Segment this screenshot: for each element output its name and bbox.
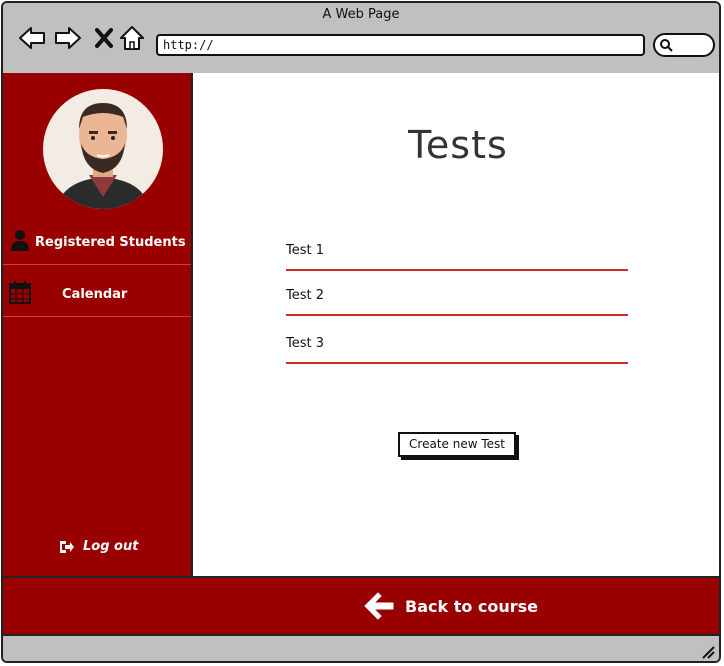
search-button[interactable] — [653, 33, 715, 57]
test-item[interactable]: Test 1 — [286, 239, 628, 271]
sidebar: Registered Students Calendar Log out — [3, 73, 193, 576]
arrow-right-icon — [55, 27, 81, 49]
arrow-left-icon — [364, 592, 394, 620]
browser-window: A Web Page http:// Registered Students C… — [1, 1, 721, 663]
resize-grip-icon[interactable] — [699, 643, 715, 659]
status-bar — [3, 636, 719, 661]
sidebar-item-label: Registered Students — [35, 234, 186, 250]
test-item[interactable]: Test 3 — [286, 332, 628, 364]
main-content: Tests Test 1 Test 2 Test 3 Create new Te… — [193, 73, 719, 576]
url-input[interactable]: http:// — [156, 34, 645, 56]
logout-icon — [60, 540, 74, 553]
page-title: Tests — [408, 123, 508, 167]
sidebar-item-calendar[interactable]: Calendar — [3, 272, 191, 317]
test-item[interactable]: Test 2 — [286, 284, 628, 316]
logout-link[interactable]: Log out — [59, 539, 138, 554]
stop-button[interactable] — [89, 23, 119, 53]
footer-bar: Back to course — [3, 576, 719, 636]
sidebar-item-registered-students[interactable]: Registered Students — [3, 220, 191, 265]
avatar — [43, 89, 163, 209]
home-icon — [120, 26, 144, 50]
back-to-course-button[interactable]: Back to course — [363, 590, 538, 622]
forward-nav-button[interactable] — [53, 23, 83, 53]
back-to-course-label: Back to course — [405, 596, 539, 616]
logout-label: Log out — [83, 539, 139, 554]
create-test-button[interactable]: Create new Test — [398, 432, 516, 457]
sidebar-item-label: Calendar — [62, 286, 128, 302]
browser-toolbar: A Web Page http:// — [3, 3, 719, 75]
calendar-icon — [9, 281, 31, 304]
profile-picture — [57, 103, 149, 209]
arrow-left-icon — [19, 27, 45, 49]
search-icon — [660, 39, 673, 52]
home-button[interactable] — [117, 23, 147, 53]
close-icon — [95, 28, 113, 48]
user-icon — [11, 230, 29, 251]
window-title: A Web Page — [322, 7, 400, 22]
back-nav-button[interactable] — [17, 23, 47, 53]
